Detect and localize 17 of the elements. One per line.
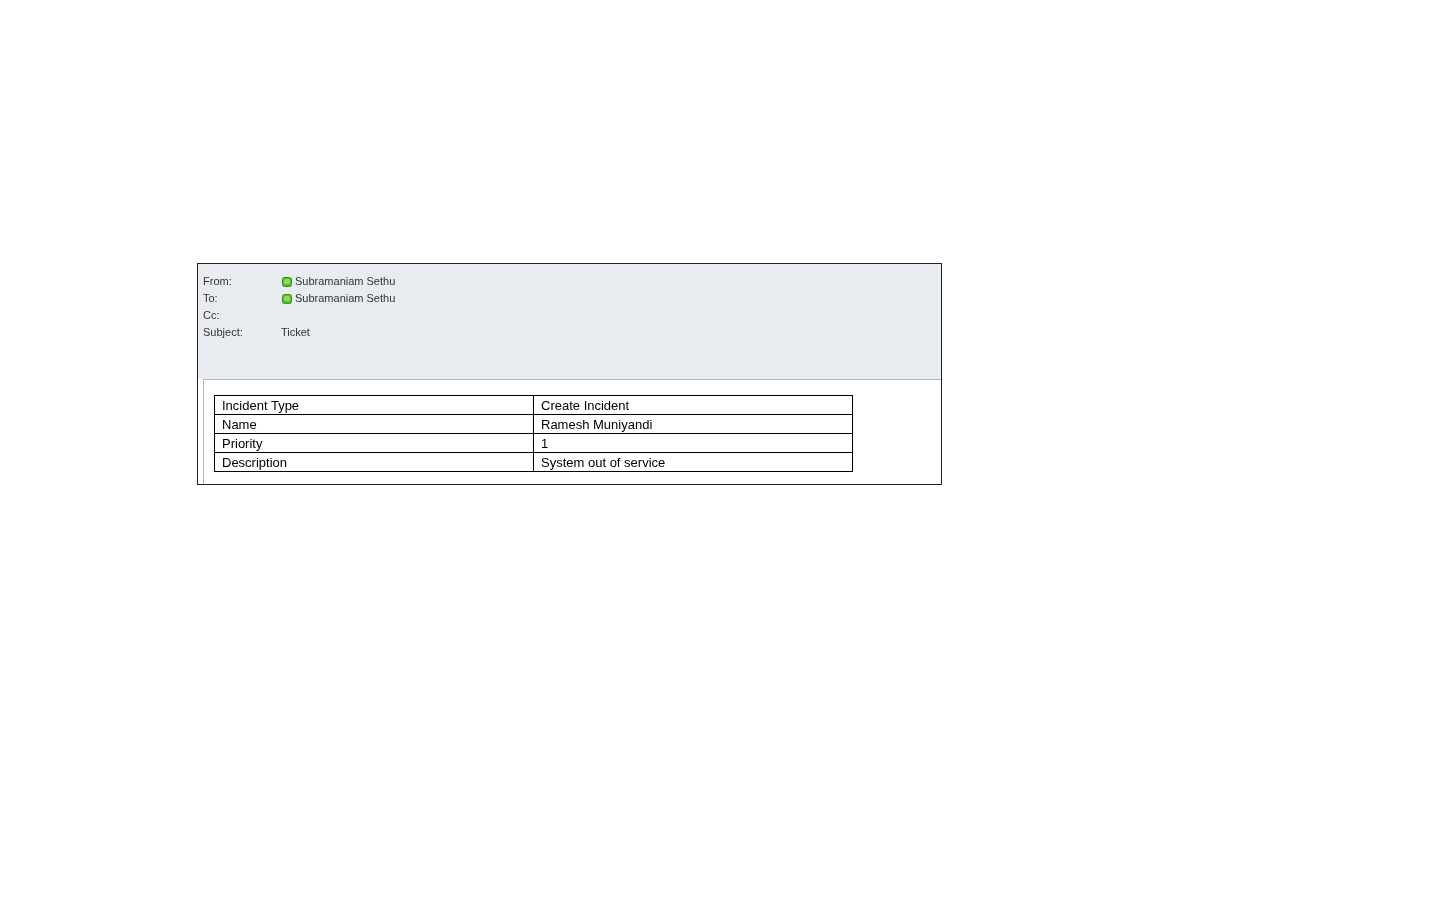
subject-text: Ticket — [281, 325, 310, 341]
table-cell: 1 — [533, 433, 853, 453]
field-label: Cc: — [203, 308, 221, 324]
table-cell: System out of service — [533, 452, 853, 472]
table-cell: Incident Type — [214, 395, 534, 415]
table-cell: Ramesh Muniyandi — [533, 414, 853, 434]
presence-status-icon — [282, 276, 292, 287]
table-cell: Priority — [214, 433, 534, 453]
presence-status-icon — [282, 293, 292, 304]
table-cell: Name — [214, 414, 534, 434]
field-label: To: — [203, 291, 219, 307]
contact-name[interactable]: Subramaniam Sethu — [295, 290, 396, 307]
field-label: Subject: — [203, 325, 244, 341]
table-cell: Description — [214, 452, 534, 472]
table-cell: Create Incident — [533, 395, 853, 415]
contact-name[interactable]: Subramaniam Sethu — [295, 273, 396, 290]
field-label: From: — [203, 274, 233, 290]
